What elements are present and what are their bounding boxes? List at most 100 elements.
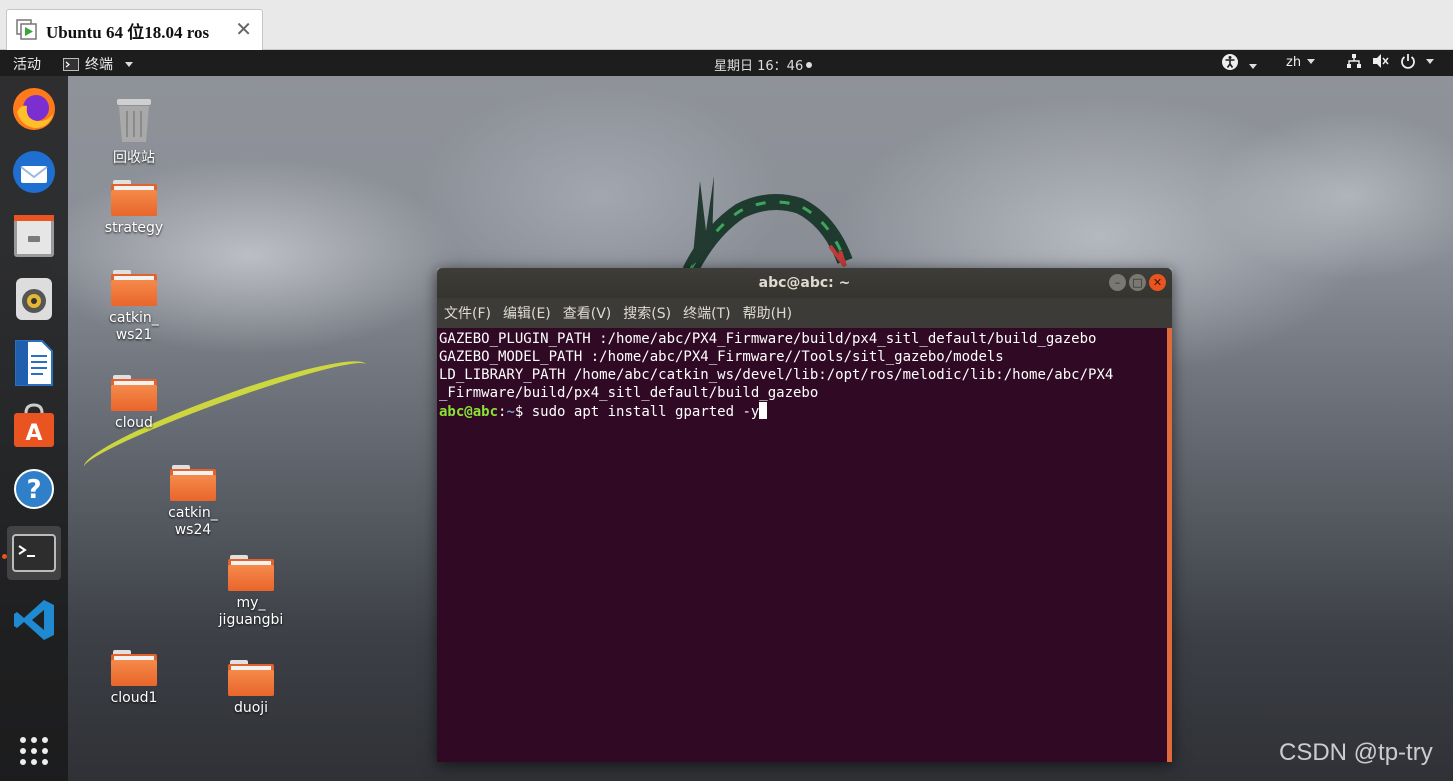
clock[interactable]: 星期日 16：46	[714, 55, 813, 74]
terminal-menubar: 文件(F) 编辑(E) 查看(V) 搜索(S) 终端(T) 帮助(H)	[437, 298, 1172, 328]
desktop-icon-label: catkin_ ws21	[109, 310, 159, 343]
folder-icon	[111, 650, 157, 686]
firefox-icon	[13, 88, 55, 130]
menu-file[interactable]: 文件(F)	[444, 303, 491, 323]
desktop-icon-cloud1[interactable]: cloud1	[89, 650, 179, 707]
close-icon: ✕	[1152, 276, 1163, 289]
notification-dot-icon	[806, 62, 813, 68]
desktop-icon-label: my_ jiguangbi	[218, 595, 284, 628]
dock-vscode[interactable]	[7, 593, 61, 647]
trash-icon	[117, 99, 151, 142]
prompt-path: ~	[506, 404, 515, 420]
vm-tab-bar: Ubuntu 64 位18.04 ros ✕	[0, 0, 1453, 50]
activities-button[interactable]: 活动	[13, 54, 41, 74]
dock-writer[interactable]	[7, 336, 61, 390]
folder-icon	[170, 465, 216, 501]
vm-tab-title: Ubuntu 64 位18.04 ros	[46, 22, 210, 42]
menu-edit[interactable]: 编辑(E)	[503, 303, 551, 323]
desktop-icon-label: cloud1	[110, 690, 158, 706]
terminal-window[interactable]: abc@abc: ~ – □ ✕ 文件(F) 编辑(E) 查看(V) 搜索(S)…	[437, 268, 1172, 762]
dock: A ?	[0, 76, 68, 781]
terminal-prompt-line: abc@abc:~$ sudo apt install gparted -y	[439, 402, 1167, 421]
folder-icon	[111, 270, 157, 306]
window-controls: – □ ✕	[1109, 274, 1166, 291]
svg-text:A: A	[25, 421, 42, 446]
terminal-command: sudo apt install gparted -y	[531, 404, 760, 420]
terminal-line: GAZEBO_PLUGIN_PATH :/home/abc/PX4_Firmwa…	[439, 331, 1097, 347]
desktop-icon-trash[interactable]: 回收站	[89, 96, 179, 167]
desktop-icon-label: strategy	[104, 220, 164, 236]
volume-muted-icon	[1373, 54, 1389, 68]
menu-help[interactable]: 帮助(H)	[743, 303, 792, 323]
show-applications-button[interactable]	[7, 726, 61, 776]
terminal-output[interactable]: GAZEBO_PLUGIN_PATH :/home/abc/PX4_Firmwa…	[437, 328, 1172, 762]
menu-view[interactable]: 查看(V)	[563, 303, 612, 323]
prompt-symbol: $	[514, 404, 532, 420]
menu-terminal[interactable]: 终端(T)	[683, 303, 730, 323]
dock-files[interactable]	[7, 209, 61, 263]
file-cabinet-icon	[14, 215, 54, 257]
accessibility-icon	[1222, 54, 1238, 70]
grid-icon	[20, 737, 48, 765]
speaker-icon	[16, 278, 52, 320]
svg-text:?: ?	[26, 475, 41, 505]
help-icon: ?	[14, 469, 54, 509]
terminal-small-icon	[63, 57, 79, 71]
terminal-line: _Firmware/build/px4_sitl_default/build_g…	[439, 385, 819, 401]
chevron-down-icon	[1249, 64, 1258, 69]
running-indicator-icon	[2, 554, 7, 559]
vm-play-icon	[16, 19, 38, 41]
maximize-button[interactable]: □	[1129, 274, 1146, 291]
desktop-icon-label: duoji	[233, 700, 269, 716]
vm-tab[interactable]: Ubuntu 64 位18.04 ros ✕	[6, 9, 263, 50]
watermark: CSDN @tp-try	[1279, 739, 1433, 766]
minimize-icon: –	[1114, 276, 1121, 289]
terminal-titlebar[interactable]: abc@abc: ~ – □ ✕	[437, 268, 1172, 298]
app-menu[interactable]: 终端	[63, 54, 133, 74]
desktop-icon-catkin-ws24[interactable]: catkin_ ws24	[148, 465, 238, 539]
network-icon	[1347, 54, 1361, 68]
desktop-icon-duoji[interactable]: duoji	[206, 660, 296, 717]
thunderbird-icon	[13, 151, 55, 193]
dock-rhythmbox[interactable]	[7, 272, 61, 326]
language-selector[interactable]: zh	[1286, 55, 1316, 70]
dock-software[interactable]: A	[7, 399, 61, 453]
close-icon[interactable]: ✕	[235, 19, 252, 39]
folder-icon	[111, 180, 157, 216]
desktop-icon-label: cloud	[115, 415, 153, 431]
ubuntu-top-bar: 活动 终端 星期日 16：46 zh	[0, 50, 1453, 76]
clock-text: 星期日 16：46	[714, 59, 804, 74]
chevron-down-icon	[1307, 59, 1316, 64]
terminal-line: LD_LIBRARY_PATH /home/abc/catkin_ws/deve…	[439, 367, 1114, 383]
desktop-icon-label: catkin_ ws24	[168, 505, 218, 538]
vscode-icon	[14, 600, 54, 640]
dock-thunderbird[interactable]	[7, 145, 61, 199]
power-icon	[1401, 54, 1415, 69]
folder-icon	[228, 555, 274, 591]
desktop-icon-cloud[interactable]: cloud	[89, 375, 179, 432]
desktop-icon-label: 回收站	[113, 150, 155, 166]
terminal-line: GAZEBO_MODEL_PATH :/home/abc/PX4_Firmwar…	[439, 349, 1004, 365]
terminal-title: abc@abc: ~	[758, 275, 851, 291]
shopping-bag-icon: A	[14, 403, 54, 447]
app-menu-label: 终端	[85, 57, 113, 73]
desktop-icon-strategy[interactable]: strategy	[89, 180, 179, 237]
document-icon	[15, 340, 53, 386]
folder-icon	[228, 660, 274, 696]
desktop-icon-catkin-ws21[interactable]: catkin_ ws21	[89, 270, 179, 344]
system-menu[interactable]	[1346, 53, 1434, 69]
chevron-down-icon	[125, 61, 133, 67]
desktop-icon-my-jiguangbi[interactable]: my_ jiguangbi	[206, 555, 296, 629]
chevron-down-icon	[1426, 58, 1434, 64]
minimize-button[interactable]: –	[1109, 274, 1126, 291]
text-cursor	[759, 402, 768, 419]
dock-help[interactable]: ?	[7, 462, 61, 516]
maximize-icon: □	[1132, 276, 1143, 289]
dock-terminal[interactable]	[7, 526, 61, 580]
accessibility-menu[interactable]	[1221, 53, 1258, 75]
close-button[interactable]: ✕	[1149, 274, 1166, 291]
menu-search[interactable]: 搜索(S)	[623, 303, 671, 323]
prompt-user: abc@abc	[439, 404, 499, 420]
dock-firefox[interactable]	[7, 82, 61, 136]
folder-icon	[111, 375, 157, 411]
